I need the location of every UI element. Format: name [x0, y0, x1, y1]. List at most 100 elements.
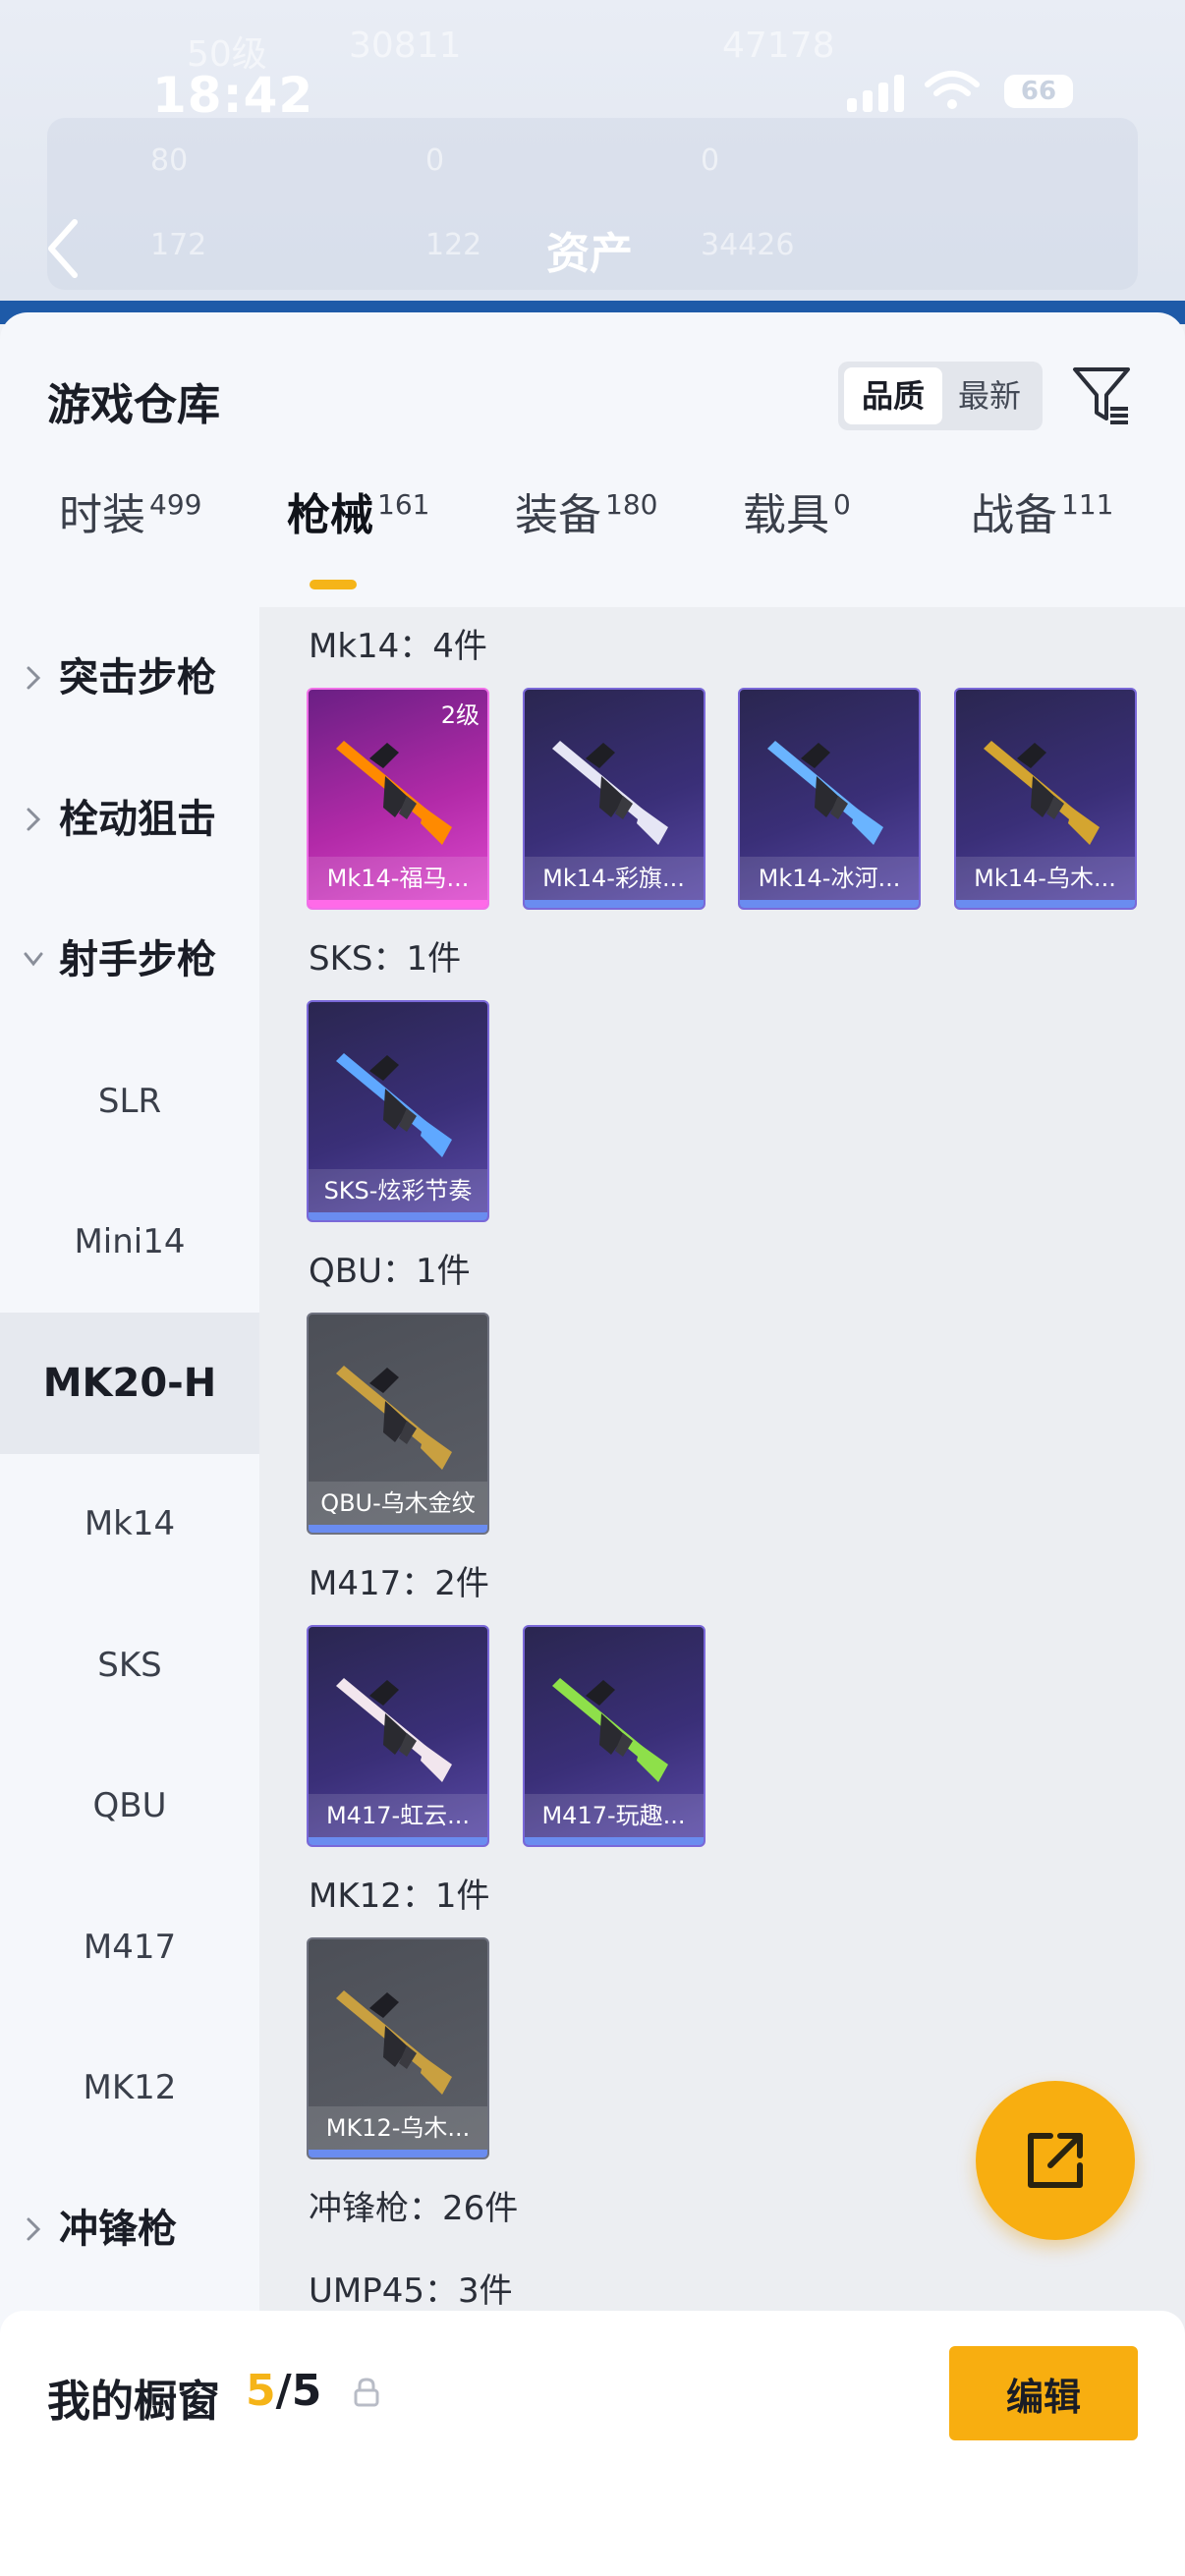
group-label: QBU：1件 — [309, 1252, 471, 1291]
status-time: 18:42 — [152, 67, 314, 124]
showcase-bar: 我的橱窗 5/5 编辑 — [0, 2311, 1185, 2576]
tab-vehicles[interactable]: 载具 0 — [743, 479, 851, 558]
weapon-name: Mk14-乌木... — [955, 857, 1135, 900]
sidebar-item-label: MK20-H — [42, 1360, 217, 1406]
share-fab-button[interactable] — [976, 2081, 1135, 2240]
rarity-bar — [309, 1837, 487, 1845]
chevron-right-icon — [27, 2217, 41, 2240]
group-label: UMP45：3件 — [309, 2271, 513, 2311]
group-label: Mk14：4件 — [309, 627, 487, 666]
page-title: 资产 — [546, 229, 633, 279]
weapon-card[interactable]: Mk14-乌木... — [953, 688, 1137, 910]
rifle-icon — [336, 1678, 452, 1782]
weapon-card[interactable]: 2级 Mk14-福马... — [307, 688, 489, 910]
sidebar-item[interactable]: 冲锋枪 — [0, 2158, 259, 2300]
sidebar-item[interactable]: SKS — [0, 1595, 259, 1736]
showcase-count-current: 5 — [246, 2366, 276, 2416]
tab-indicator — [310, 580, 357, 589]
edit-button[interactable]: 编辑 — [949, 2346, 1138, 2440]
showcase-title: 我的橱窗 — [47, 2377, 220, 2427]
rarity-bar — [740, 900, 919, 908]
showcase-count: 5/5 — [246, 2366, 321, 2416]
sidebar-item[interactable]: 射手步枪 — [0, 889, 259, 1031]
weapon-card[interactable]: MK12-乌木... — [307, 1937, 489, 2159]
tab-count: 111 — [1061, 488, 1114, 521]
sidebar-item-label: Mini14 — [74, 1222, 186, 1261]
weapon-card[interactable]: M417-虹云... — [307, 1625, 489, 1847]
sidebar-item[interactable]: QBU — [0, 1735, 259, 1876]
filter-icon[interactable] — [1071, 364, 1134, 426]
group-label: SKS：1件 — [309, 939, 462, 979]
rifle-icon — [336, 1990, 452, 2095]
tab-label: 载具 — [743, 490, 829, 540]
weapon-name: Mk14-彩旗... — [524, 857, 704, 900]
rifle-icon — [336, 741, 452, 845]
weapon-name: SKS-炫彩节奏 — [309, 1169, 487, 1212]
rifle-icon — [336, 1053, 452, 1157]
tab-label: 装备 — [515, 490, 601, 540]
sidebar-item-label: MK12 — [83, 2068, 177, 2107]
group-label: 冲锋枪：26件 — [309, 2189, 519, 2228]
category-tabs: 时装 499 枪械 161 装备 180 载具 0 战备 111 — [0, 479, 1185, 558]
tab-label: 枪械 — [287, 490, 373, 540]
weapon-card[interactable]: SKS-炫彩节奏 — [307, 1000, 489, 1222]
sidebar-item-label: 栓动狙击 — [59, 796, 216, 842]
rarity-bar — [309, 2150, 487, 2157]
weapon-card[interactable]: M417-玩趣... — [522, 1625, 705, 1847]
showcase-count-total: /5 — [275, 2366, 322, 2416]
rarity-bar — [955, 900, 1135, 908]
sidebar-item[interactable]: M417 — [0, 1876, 259, 2018]
sidebar-item-label: SKS — [97, 1645, 162, 1685]
sidebar-item[interactable]: MK20-H — [0, 1312, 259, 1454]
tab-count: 180 — [605, 488, 658, 521]
rifle-icon — [551, 1678, 668, 1782]
back-arrow-icon[interactable] — [41, 214, 85, 283]
sort-toggle: 品质 最新 — [838, 362, 1043, 430]
chevron-down-icon — [24, 952, 43, 967]
rifle-icon — [767, 741, 883, 845]
rarity-bar — [309, 1525, 487, 1533]
rifle-icon — [983, 741, 1100, 845]
wifi-icon — [925, 71, 980, 109]
sidebar-item[interactable]: SLR — [0, 1031, 259, 1172]
sidebar: 突击步枪栓动狙击射手步枪 SLR Mini14 MK20-H Mk14 SKS QBU M41… — [0, 607, 259, 2509]
panel-title: 游戏仓库 — [47, 380, 220, 430]
chevron-right-icon — [27, 666, 41, 690]
weapon-card[interactable]: QBU-乌木金纹 — [307, 1313, 489, 1535]
warehouse-panel: 游戏仓库 品质 最新 时装 499 枪械 161 装备 180 载具 0 战备 111 突… — [0, 312, 1185, 2576]
weapon-name: Mk14-冰河... — [740, 857, 919, 900]
sidebar-item[interactable]: 突击步枪 — [0, 607, 259, 749]
sidebar-item[interactable]: Mk14 — [0, 1453, 259, 1595]
weapon-card[interactable]: Mk14-冰河... — [738, 688, 921, 910]
weapon-name: Mk14-福马... — [309, 857, 487, 900]
sidebar-item-label: Mk14 — [84, 1504, 176, 1543]
weapon-card[interactable]: Mk14-彩旗... — [522, 688, 705, 910]
sidebar-item-label: QBU — [92, 1786, 167, 1825]
sidebar-item-label: 突击步枪 — [59, 655, 216, 700]
asset-stat: 34426 — [701, 228, 795, 262]
status-bar: 18:42 66 — [0, 0, 1185, 187]
rarity-bar — [309, 1212, 487, 1220]
weapon-name: MK12-乌木... — [309, 2106, 487, 2150]
rarity-bar — [309, 900, 487, 908]
sort-latest-button[interactable]: 最新 — [940, 367, 1039, 424]
group-label: MK12：1件 — [309, 1876, 490, 1916]
external-link-icon — [1028, 2133, 1083, 2188]
tab-equipment[interactable]: 装备 180 — [515, 479, 657, 558]
tab-count: 0 — [833, 488, 851, 521]
asset-stat: 172 — [150, 228, 207, 262]
tab-guns[interactable]: 枪械 161 — [287, 479, 429, 558]
tab-count: 161 — [377, 488, 430, 521]
weapon-name: M417-虹云... — [309, 1794, 487, 1837]
weapon-name: QBU-乌木金纹 — [309, 1482, 487, 1525]
tab-supplies[interactable]: 战备 111 — [971, 479, 1113, 558]
tab-count: 499 — [149, 488, 202, 521]
sidebar-item[interactable]: Mini14 — [0, 1171, 259, 1313]
sidebar-item[interactable]: MK12 — [0, 2017, 259, 2158]
sidebar-item-label: 射手步枪 — [59, 937, 216, 982]
sort-quality-button[interactable]: 品质 — [844, 367, 942, 424]
tab-label: 时装 — [59, 490, 145, 540]
sidebar-item[interactable]: 栓动狙击 — [0, 749, 259, 890]
tab-fashion[interactable]: 时装 499 — [59, 479, 201, 558]
battery-icon: 66 — [1004, 75, 1073, 108]
